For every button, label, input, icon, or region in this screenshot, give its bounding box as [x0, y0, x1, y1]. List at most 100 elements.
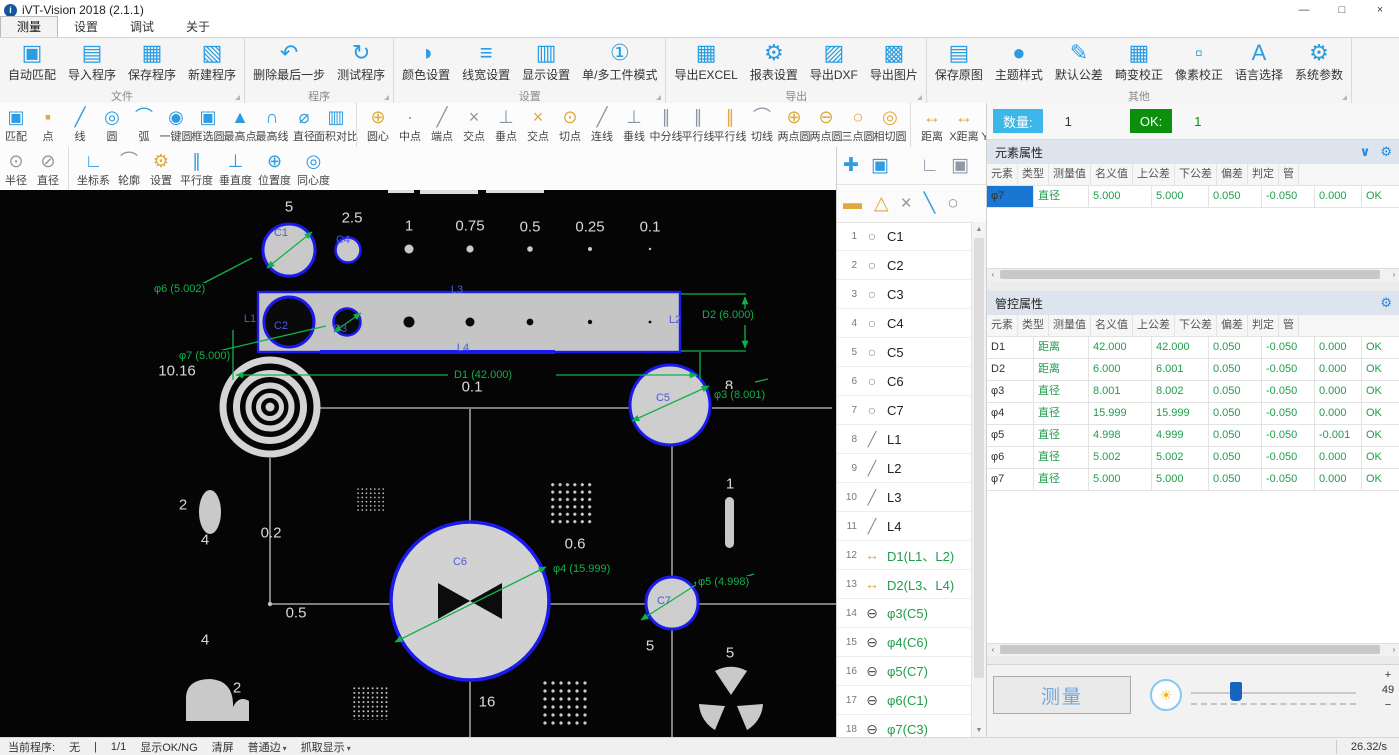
ribbon-button[interactable]: ◑颜色设置	[396, 39, 456, 89]
tool-button[interactable]: ·中点	[394, 103, 426, 147]
tool-button[interactable]: ▲最高点	[224, 103, 256, 147]
panel-tool-icon[interactable]: ▣	[871, 154, 889, 177]
element-list-scrollbar[interactable]: ▲ ▼	[971, 222, 986, 737]
element-list-item[interactable]: 13 ↔ D2(L3、L4)	[837, 570, 971, 599]
column-header[interactable]: 类型	[1018, 164, 1049, 185]
tool-button[interactable]: ╱线	[64, 103, 96, 147]
tool-button[interactable]: ⊕位置度	[255, 147, 294, 190]
column-header[interactable]: 测量值	[1049, 315, 1091, 336]
tool-button[interactable]: ∥中分线	[650, 103, 682, 147]
column-header[interactable]: 管	[1279, 164, 1299, 185]
camera-view[interactable]: 52.510.750.50.250.110.160.181240.20.60.5…	[0, 190, 836, 737]
show-okng-toggle[interactable]: 显示OK/NG	[140, 739, 197, 755]
tool-button[interactable]: ▥面积对比	[320, 103, 352, 147]
table-row[interactable]: φ7直径 5.0005.000 0.050-0.050 0.000OK	[987, 469, 1399, 491]
ribbon-button[interactable]: ⚙报表设置	[744, 39, 804, 89]
column-header[interactable]: 上公差	[1133, 315, 1175, 336]
close-icon[interactable]: ×	[1361, 0, 1399, 20]
column-header[interactable]: 类型	[1018, 315, 1049, 336]
tool-button[interactable]: ⊥垂直度	[216, 147, 255, 190]
tool-button[interactable]: ▪点	[32, 103, 64, 147]
element-list-item[interactable]: 14 ⊖ φ3(C5)	[837, 599, 971, 628]
ribbon-button[interactable]: ↶删除最后一步	[247, 39, 331, 89]
tool-button[interactable]: ∥平行线	[714, 103, 746, 147]
tool-button[interactable]: ◎相切圆	[874, 103, 906, 147]
ribbon-button[interactable]: ▦畸变校正	[1109, 39, 1169, 89]
scroll-right-icon[interactable]: ›	[1388, 644, 1399, 656]
circle-C7[interactable]	[646, 577, 698, 629]
table-row[interactable]: D1距离 42.00042.000 0.050-0.050 0.000OK	[987, 337, 1399, 359]
panel-tool-icon[interactable]: △	[874, 192, 889, 215]
tool-button[interactable]: ⊕圆心	[356, 103, 394, 147]
ribbon-button[interactable]: ▩导出图片	[864, 39, 924, 89]
element-list-item[interactable]: 15 ⊖ φ4(C6)	[837, 628, 971, 657]
tool-button[interactable]: ↔距离	[910, 103, 948, 147]
tool-button[interactable]: ○三点圆	[842, 103, 874, 147]
ribbon-button[interactable]: ▨导出DXF	[804, 39, 864, 89]
ribbon-button[interactable]: ▦保存程序	[122, 39, 182, 89]
element-list-item[interactable]: 12 ↔ D1(L1、L2)	[837, 541, 971, 570]
tool-button[interactable]: ▣框选圆	[192, 103, 224, 147]
element-list-item[interactable]: 5 ○ C5	[837, 338, 971, 367]
slider-minus[interactable]: −	[1379, 698, 1397, 713]
slider-plus[interactable]: +	[1379, 668, 1397, 683]
tool-button[interactable]: ↔X距离	[948, 103, 980, 147]
panel-tool-icon[interactable]: ✚	[843, 154, 859, 177]
panel-tool-icon[interactable]: ○	[947, 193, 958, 215]
column-header[interactable]: 上公差	[1133, 164, 1175, 185]
panel-tool-icon[interactable]: ∟	[920, 155, 939, 177]
tool-button[interactable]: ⊕两点圆	[778, 103, 810, 147]
column-header[interactable]: 偏差	[1217, 315, 1248, 336]
group-launcher-icon[interactable]	[384, 95, 389, 100]
measure-button[interactable]: 测量	[993, 676, 1131, 714]
element-list-item[interactable]: 4 ○ C4	[837, 309, 971, 338]
ribbon-button[interactable]: ▫像素校正	[1169, 39, 1229, 89]
edge-mode-dropdown[interactable]: 普通边▾	[248, 739, 287, 755]
element-list-item[interactable]: 1 ○ C1	[837, 222, 971, 251]
scrollbar-thumb[interactable]	[1000, 270, 1380, 279]
brightness-slider-track[interactable]	[1191, 692, 1356, 694]
table-row[interactable]: φ3直径 8.0018.002 0.050-0.050 0.000OK	[987, 381, 1399, 403]
collapse-icon[interactable]: ∨	[1360, 144, 1371, 160]
brightness-slider-thumb[interactable]	[1230, 682, 1242, 701]
brightness-icon[interactable]: ☀	[1150, 679, 1182, 711]
column-header[interactable]: 元素	[987, 315, 1018, 336]
column-header[interactable]: 名义值	[1091, 315, 1133, 336]
column-header[interactable]: 测量值	[1049, 164, 1091, 185]
grab-display-dropdown[interactable]: 抓取显示▾	[301, 739, 351, 755]
tool-button[interactable]: ×交点	[458, 103, 490, 147]
gear-icon[interactable]: ⚙	[1380, 144, 1392, 160]
table-row[interactable]: φ7直径 5.0005.000 0.050-0.050 0.000OK	[987, 186, 1399, 208]
ribbon-button[interactable]: ●主题样式	[989, 39, 1049, 89]
panel-tool-icon[interactable]: ▬	[843, 193, 862, 215]
tool-button[interactable]: ⚙设置	[145, 147, 177, 190]
group-launcher-icon[interactable]	[656, 95, 661, 100]
tool-button[interactable]: ⊙切点	[554, 103, 586, 147]
column-header[interactable]: 下公差	[1175, 164, 1217, 185]
element-list-item[interactable]: 9 ╱ L2	[837, 454, 971, 483]
table-row[interactable]: D2距离 6.0006.001 0.050-0.050 0.000OK	[987, 359, 1399, 381]
menu-tab[interactable]: 调试	[114, 17, 170, 37]
group-launcher-icon[interactable]	[235, 95, 240, 100]
ribbon-button[interactable]: ▦导出EXCEL	[668, 39, 743, 89]
column-header[interactable]: 偏差	[1217, 164, 1248, 185]
column-header[interactable]: 判定	[1248, 315, 1279, 336]
tool-button[interactable]: ▣匹配	[0, 103, 32, 147]
tool-button[interactable]: ∟坐标系	[68, 147, 113, 190]
ribbon-button[interactable]: ⚙系统参数	[1289, 39, 1349, 89]
ribbon-button[interactable]: ≡线宽设置	[456, 39, 516, 89]
tool-button[interactable]: ◉一键圆	[160, 103, 192, 147]
tool-button[interactable]: ⌒切线	[746, 103, 778, 147]
element-list-item[interactable]: 6 ○ C6	[837, 367, 971, 396]
scroll-left-icon[interactable]: ‹	[987, 269, 999, 281]
table-row[interactable]: φ6直径 5.0025.002 0.050-0.050 0.000OK	[987, 447, 1399, 469]
column-header[interactable]: 元素	[987, 164, 1018, 185]
element-props-hscrollbar[interactable]: ‹ ›	[987, 268, 1399, 281]
scroll-up-icon[interactable]: ▲	[972, 222, 986, 236]
element-list-item[interactable]: 17 ⊖ φ6(C1)	[837, 686, 971, 715]
element-list-item[interactable]: 3 ○ C3	[837, 280, 971, 309]
tool-button[interactable]: ∥平行度	[177, 147, 216, 190]
panel-tool-icon[interactable]: ▣	[951, 154, 969, 177]
control-props-hscrollbar[interactable]: ‹ ›	[987, 643, 1399, 656]
group-launcher-icon[interactable]	[1342, 95, 1347, 100]
